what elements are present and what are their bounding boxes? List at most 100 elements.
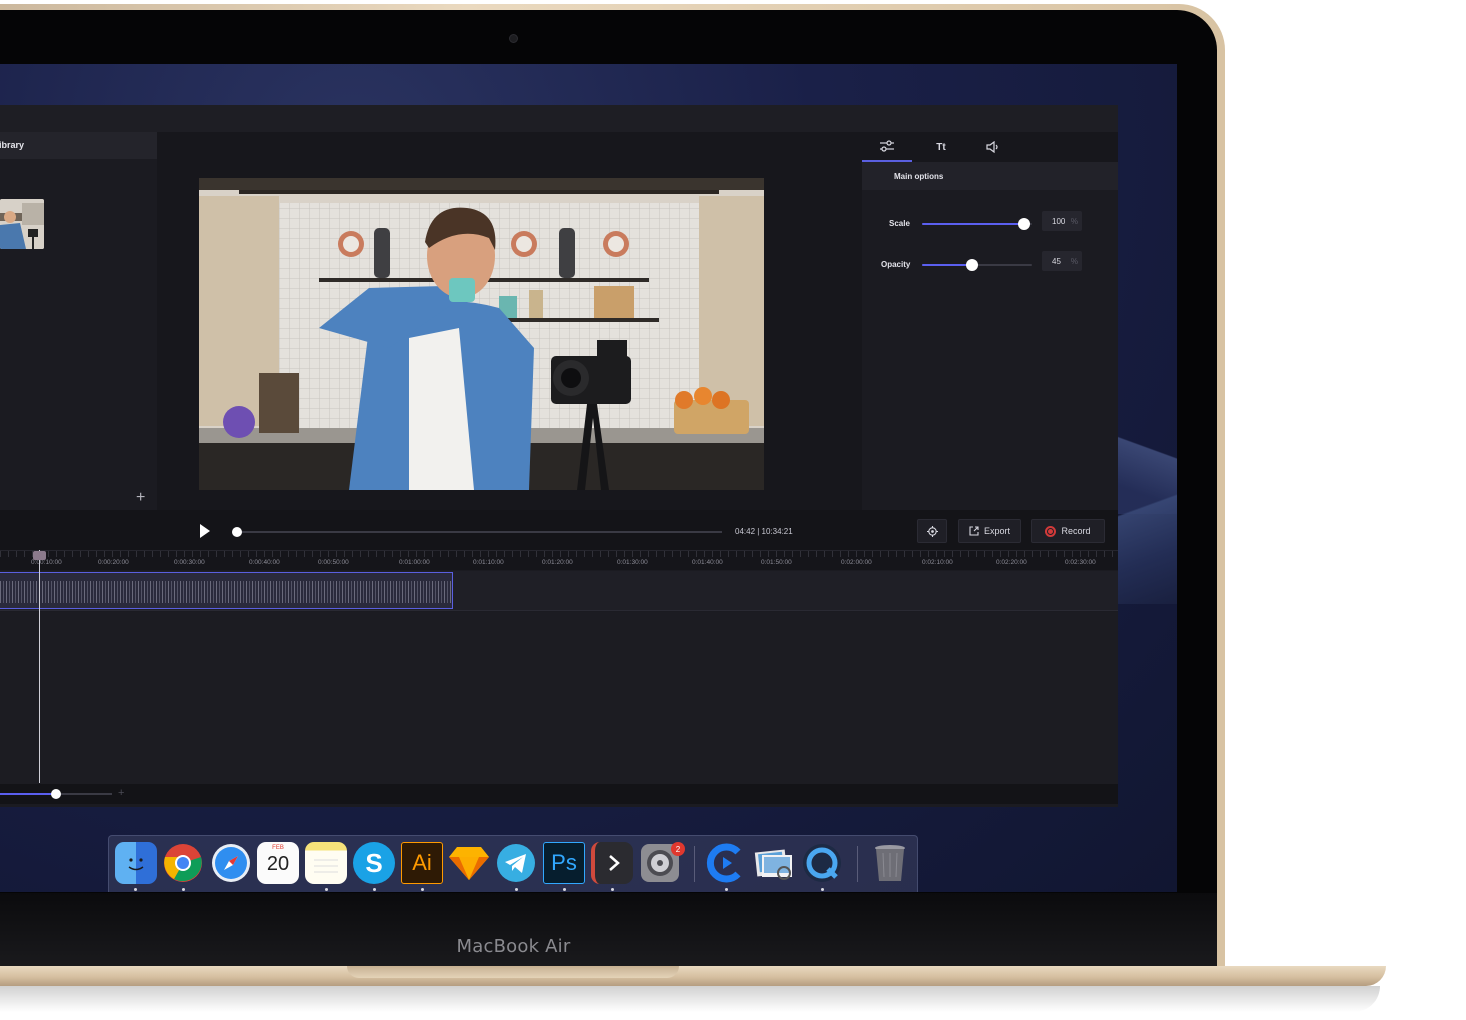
waveform xyxy=(0,581,452,603)
scale-value-field[interactable]: 100 % xyxy=(1042,211,1082,231)
illustrator-icon[interactable]: Ai xyxy=(401,842,443,884)
scale-slider[interactable] xyxy=(922,218,1032,230)
chrome-icon[interactable] xyxy=(162,842,204,884)
ruler-label: 0:02:10:00 xyxy=(922,559,953,566)
opacity-value-field[interactable]: 45 % xyxy=(1042,251,1082,271)
skype-letter: S xyxy=(365,847,383,878)
photoshop-label: Ps xyxy=(551,850,577,875)
opacity-slider-fill xyxy=(922,264,972,266)
tab-adjust[interactable] xyxy=(862,132,912,162)
calendar-month: FEB xyxy=(272,845,284,851)
quicktime-icon[interactable] xyxy=(801,842,843,884)
ruler-ticks xyxy=(0,551,1118,557)
preview-photos xyxy=(754,849,792,880)
timeline: 0:00:10:00 0:00:20:00 0:00:30:00 0:00:40… xyxy=(0,550,1118,807)
telegram-logo xyxy=(497,844,535,882)
options-tabs: Tt xyxy=(862,132,1118,162)
audio-clip[interactable] xyxy=(0,572,453,609)
tab-audio[interactable] xyxy=(968,132,1018,162)
running-indicator xyxy=(325,888,328,891)
running-indicator xyxy=(134,888,137,891)
play-button[interactable] xyxy=(200,524,210,538)
zoom-in-icon[interactable]: + xyxy=(118,787,124,799)
opacity-value: 45 xyxy=(1052,257,1061,266)
photoshop-icon[interactable]: Ps xyxy=(543,842,585,884)
ruler-label: 0:01:20:00 xyxy=(542,559,573,566)
timecode: 04:42 | 10:34:21 xyxy=(735,527,793,536)
title-bar xyxy=(0,105,1118,132)
dock-separator xyxy=(694,846,695,882)
notes-lines xyxy=(314,859,338,873)
safari-icon[interactable] xyxy=(210,842,252,884)
zoom-slider-knob[interactable] xyxy=(51,789,61,799)
main-options-section: Main options xyxy=(862,162,1118,190)
sketch-diamond xyxy=(449,847,489,880)
scale-slider-fill xyxy=(922,223,1024,225)
settings-button[interactable] xyxy=(917,519,947,543)
timeline-tracks-area[interactable] xyxy=(0,612,1118,784)
illustrator-label: Ai xyxy=(412,850,432,875)
calendar-day: 20 xyxy=(266,853,290,875)
ruler-label: 0:00:20:00 xyxy=(98,559,129,566)
calendar-icon[interactable]: FEB 20 xyxy=(257,842,299,884)
laptop-shadow xyxy=(0,986,1380,1012)
terminal-icon[interactable] xyxy=(591,842,633,884)
opacity-label: Opacity xyxy=(881,260,911,269)
running-indicator xyxy=(725,888,728,891)
opacity-slider-knob[interactable] xyxy=(966,259,978,271)
scale-slider-knob[interactable] xyxy=(1018,218,1030,230)
gear-icon xyxy=(926,525,938,537)
ruler-label: 0:01:30:00 xyxy=(617,559,648,566)
dock: FEB 20 S Ai Ps 2 xyxy=(108,835,918,892)
sketch-icon[interactable] xyxy=(448,842,490,884)
notes-icon[interactable] xyxy=(305,842,347,884)
device-brand-label: MacBook Air xyxy=(456,936,571,957)
record-label: Record xyxy=(1061,526,1091,536)
timeline-ruler[interactable]: 0:00:10:00 0:00:20:00 0:00:30:00 0:00:40… xyxy=(0,550,1118,570)
ruler-label: 0:01:10:00 xyxy=(473,559,504,566)
options-panel: Tt Main options Scale 100 % Opacity 45 % xyxy=(862,132,1118,510)
video-preview[interactable] xyxy=(199,178,764,490)
speaker-icon xyxy=(986,141,998,153)
preview-icon[interactable] xyxy=(753,842,795,884)
scale-value: 100 xyxy=(1052,217,1066,226)
add-media-button[interactable]: + xyxy=(136,490,145,506)
ruler-label: 0:01:00:00 xyxy=(399,559,430,566)
opacity-unit: % xyxy=(1070,257,1078,266)
zoom-slider[interactable] xyxy=(0,789,112,799)
notification-badge: 2 xyxy=(671,842,685,856)
video-frame-image xyxy=(199,178,764,490)
laptop-base xyxy=(0,966,1386,986)
finder-icon[interactable] xyxy=(115,842,157,884)
ruler-label: 0:00:40:00 xyxy=(249,559,280,566)
chrome-logo xyxy=(164,844,202,882)
section-title: Main options xyxy=(894,172,944,181)
scrub-bar[interactable] xyxy=(232,527,722,537)
running-indicator xyxy=(821,888,824,891)
telegram-icon[interactable] xyxy=(495,842,537,884)
running-indicator xyxy=(563,888,566,891)
scale-label: Scale xyxy=(889,219,910,228)
ruler-label: 0:02:30:00 xyxy=(1065,559,1096,566)
trash-can xyxy=(875,845,905,881)
preview-area xyxy=(157,132,862,510)
record-button[interactable]: Record xyxy=(1031,519,1105,543)
tab-text[interactable]: Tt xyxy=(916,132,966,162)
timeline-zoom-bar: + xyxy=(0,784,1118,804)
thumbnail-image xyxy=(0,199,44,249)
library-title: ibrary xyxy=(0,140,25,150)
library-media-thumbnail[interactable] xyxy=(0,199,44,249)
running-indicator xyxy=(373,888,376,891)
opacity-slider[interactable] xyxy=(922,259,1032,271)
playhead-line xyxy=(39,550,40,783)
record-icon xyxy=(1045,525,1057,537)
quicktime-logo xyxy=(803,844,841,882)
ruler-label: 0:00:50:00 xyxy=(318,559,349,566)
skype-icon[interactable]: S xyxy=(353,842,395,884)
export-button[interactable]: Export xyxy=(958,519,1021,543)
trash-icon[interactable] xyxy=(869,842,911,884)
scrub-knob[interactable] xyxy=(232,527,242,537)
running-indicator xyxy=(611,888,614,891)
playhead-handle[interactable] xyxy=(33,551,46,560)
app-c-icon[interactable] xyxy=(705,842,747,884)
